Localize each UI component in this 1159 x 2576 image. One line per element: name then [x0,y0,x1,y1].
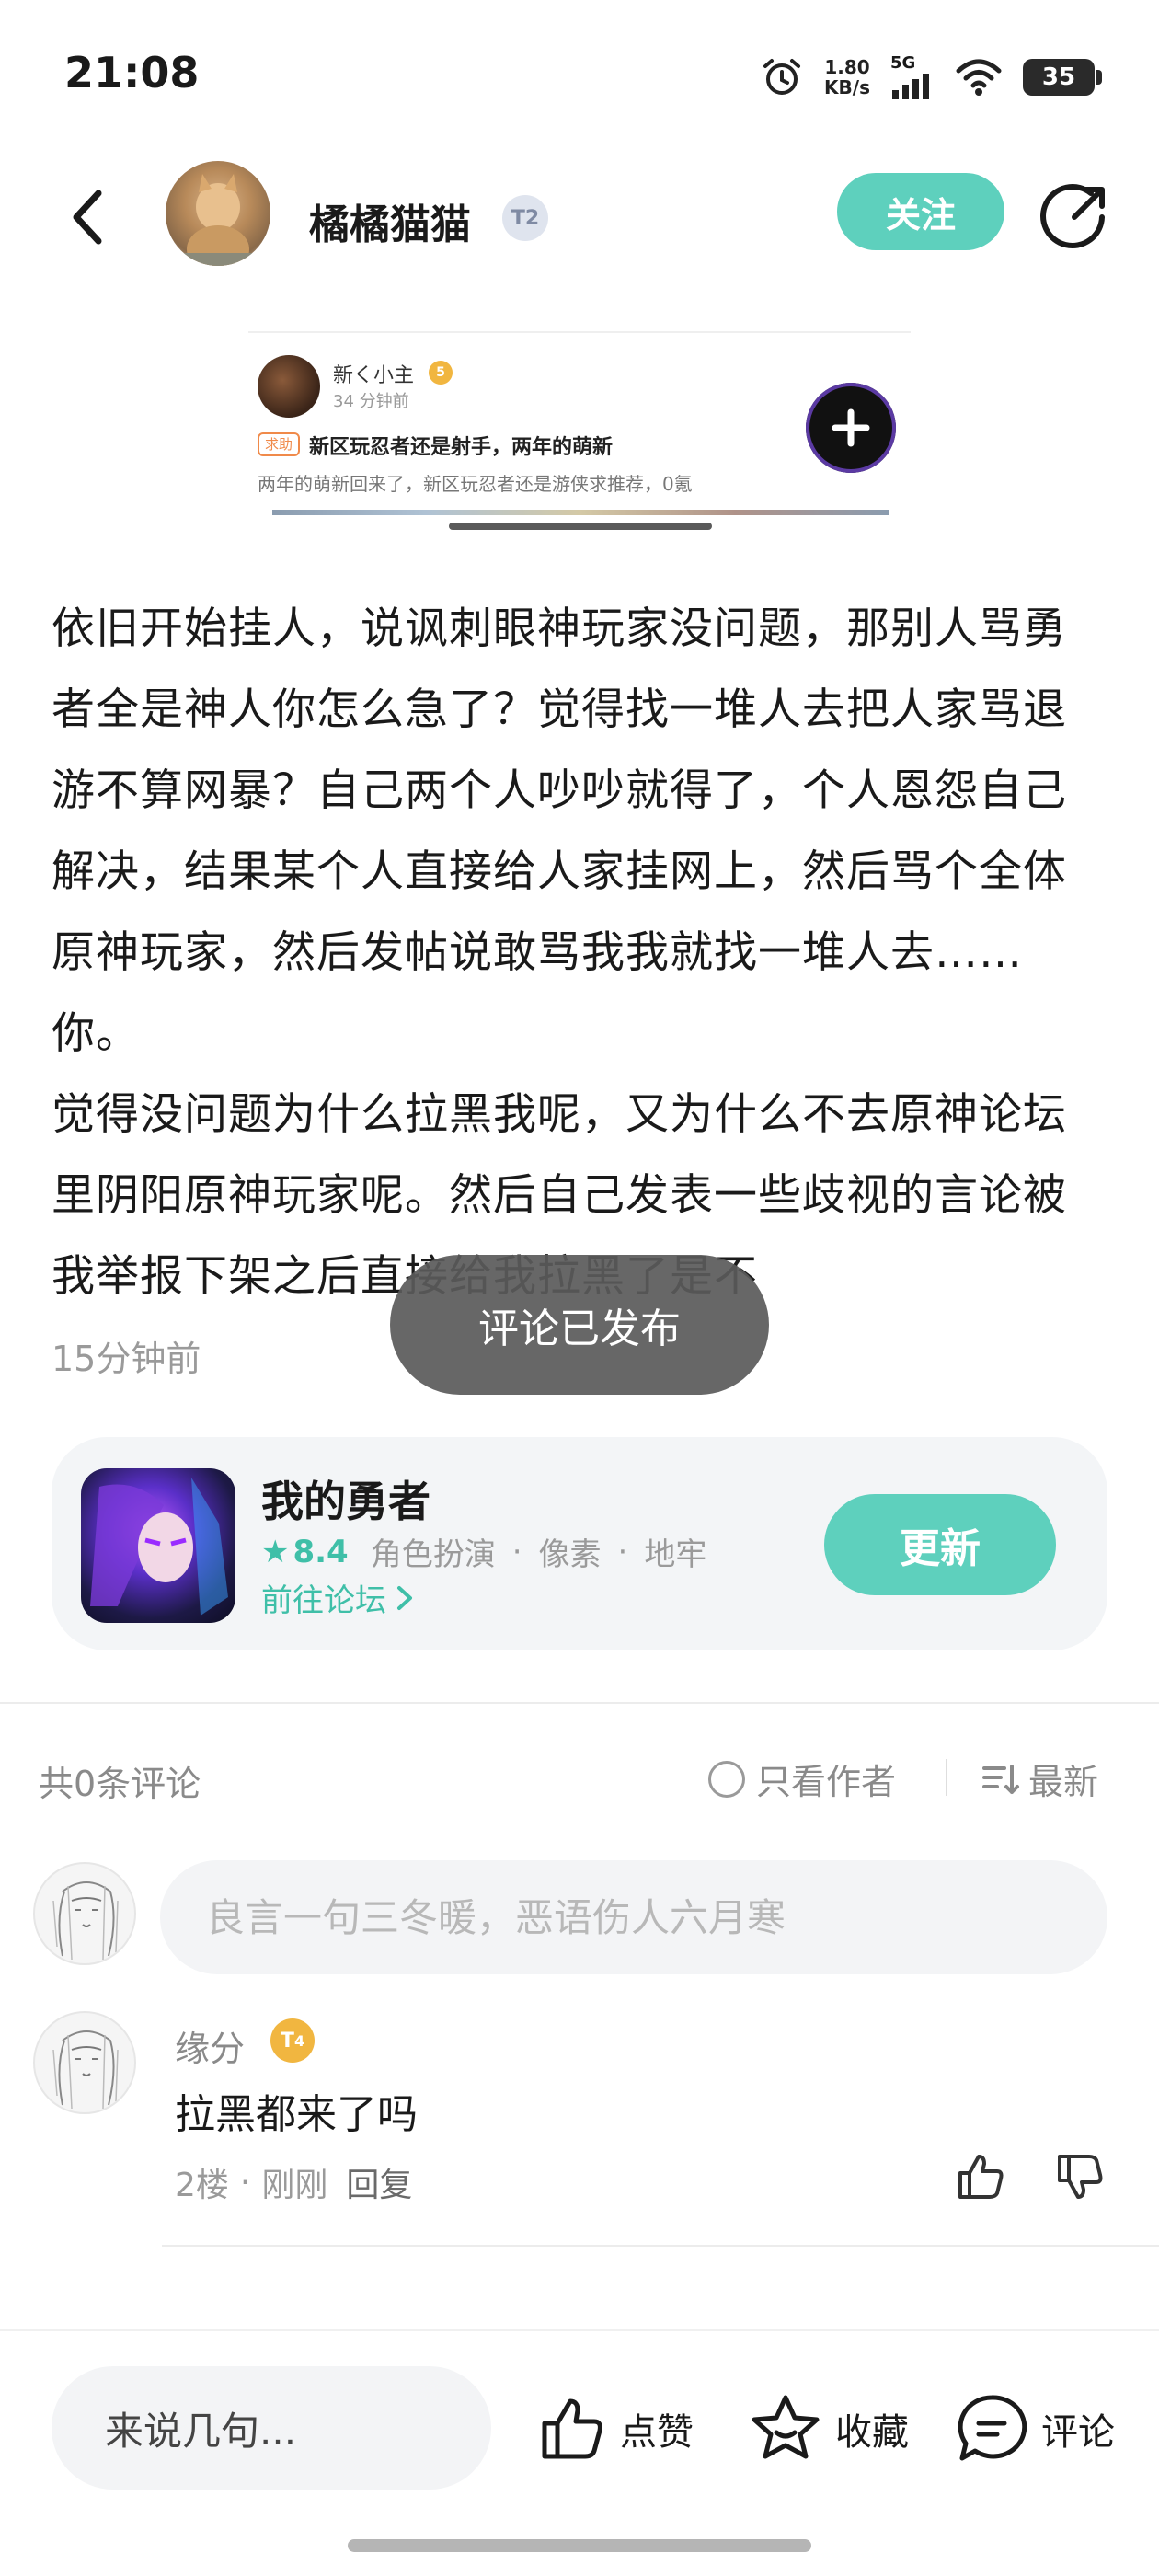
battery-icon: 35 [1023,59,1102,96]
only-author-toggle[interactable]: 只看作者 [708,1754,896,1804]
preview-username: 新く小主 [333,364,415,387]
thumbs-up-icon [958,2155,1004,2199]
thumbs-down-icon [1058,2155,1103,2199]
signal-icon [892,74,929,99]
preview-description: 两年的萌新回来了，新区玩忍者还是游侠求推荐，0氪 [258,473,693,495]
sort-button[interactable]: 最新 [981,1754,1098,1804]
commenter-level-badge: T4 [270,2018,315,2063]
like-button[interactable]: 点赞 [537,2383,694,2475]
section-divider [0,1702,1159,1704]
star-icon: ★ [261,1533,290,1570]
comment-label: 评论 [1041,2411,1115,2454]
preview-title: 新区玩忍者还是射手，两年的萌新 [309,436,614,459]
author-name[interactable]: 橘橘猫猫 [309,191,471,250]
genre-separator: · [511,1533,522,1570]
game-genre: 角色扮演 [370,1536,496,1573]
game-rating: ★ 8.4 [261,1534,349,1570]
post-time: 15分钟前 [52,1339,201,1379]
net-speed: 1.80 KB/s [824,57,870,98]
comment-time: 刚刚 [261,2167,328,2204]
preview-user-avatar [258,355,320,418]
meta-separator: · [239,2163,251,2202]
comment-divider [162,2245,1159,2247]
preview-tag: 求助 [258,432,301,456]
favorite-label: 收藏 [835,2411,909,2454]
commenter-level: 4 [293,2031,305,2050]
game-name: 我的勇者 [261,1477,430,1526]
game-meta: ★ 8.4 角色扮演 · 像素 · 地牢 [261,1529,706,1574]
share-icon [1040,184,1105,248]
reply-button[interactable]: 回复 [346,2158,412,2206]
comment-dislike-button[interactable] [1052,2149,1107,2204]
author-level-badge: T2 [502,195,548,241]
follow-button[interactable]: 关注 [837,173,1004,250]
like-label: 点赞 [620,2411,694,2454]
status-bar: 21:08 1.80 KB/s 5G 35 [0,0,1159,156]
only-author-label: 只看作者 [756,1762,897,1802]
sort-icon [982,1764,1019,1794]
wifi-icon [956,59,1002,96]
comment-count: 共0条评论 [39,1764,201,1804]
net-speed-unit: KB/s [824,76,870,98]
status-time: 21:08 [64,48,200,98]
game-art [90,1478,228,1616]
game-genre: 地牢 [644,1536,707,1573]
preview-time: 34 分钟前 [333,392,409,411]
preview-divider [248,331,911,333]
share-button[interactable] [1038,180,1111,254]
status-icons: 1.80 KB/s 5G 35 [760,52,1102,103]
game-card[interactable]: 我的勇者 ★ 8.4 角色扮演 · 像素 · 地牢 前往论坛 更新 [52,1437,1107,1650]
preview-home-indicator [449,523,712,530]
comment-bubble-icon [958,2395,1027,2461]
comment-like-button[interactable] [953,2149,1008,2204]
sketch-avatar-image [52,2030,119,2110]
post-content: 依旧开始挂人，说讽刺眼神玩家没问题，那别人骂勇者全是神人你怎么急了？觉得找一堆人… [52,589,1109,1317]
net-speed-value: 1.80 [824,56,870,78]
home-indicator[interactable] [348,2539,811,2552]
thumbs-up-icon [542,2398,602,2459]
preview-plus-icon [806,383,896,473]
embedded-screenshot[interactable]: 新く小主 5 34 分钟前 求助 新区玩忍者还是射手，两年的萌新 两年的萌新回来… [248,276,911,515]
sketch-avatar-image [52,1881,119,1961]
author-avatar[interactable] [166,161,270,266]
genre-separator: · [617,1533,628,1570]
sort-label: 最新 [1028,1762,1099,1802]
radio-icon [708,1760,745,1798]
update-button[interactable]: 更新 [824,1494,1056,1595]
game-genre: 像素 [538,1536,602,1573]
chevron-left-icon [73,190,102,245]
star-icon [752,2395,820,2459]
commenter-avatar[interactable] [33,2011,136,2114]
commenter-name[interactable]: 缘分 [175,2020,245,2071]
cellular-signal: 5G [890,55,935,99]
comment-button[interactable]: 评论 [955,2383,1115,2475]
preview-user-level: 5 [429,361,453,385]
game-rating-value: 8.4 [293,1533,349,1570]
post-header: 橘橘猫猫 T2 关注 [0,156,1159,276]
forum-link-label: 前往论坛 [261,1582,386,1619]
comment-meta: 2楼 · 刚刚 回复 [175,2158,412,2206]
comment-floor: 2楼 [175,2167,229,2204]
favorite-button[interactable]: 收藏 [749,2383,909,2475]
alarm-icon [763,59,801,95]
network-type: 5G [890,53,916,73]
forum-link[interactable]: 前往论坛 [261,1575,418,1620]
toast-message: 评论已发布 [390,1255,769,1395]
comment-text: 拉黑都来了吗 [175,2091,418,2138]
game-icon [81,1468,235,1623]
post-paragraph: 依旧开始挂人，说讽刺眼神玩家没问题，那别人骂勇者全是神人你怎么急了？觉得找一堆人… [52,604,1067,1059]
back-button[interactable] [55,180,120,254]
battery-level: 35 [1041,63,1076,91]
quick-comment-input[interactable]: 来说几句... [52,2366,491,2490]
cat-avatar-image [166,174,270,266]
author-level: 2 [524,206,540,230]
comment-input[interactable] [160,1860,1107,1974]
vertical-separator [946,1759,947,1796]
chevron-right-icon [397,1585,412,1610]
preview-image-strip [272,510,889,515]
my-avatar [33,1862,136,1965]
